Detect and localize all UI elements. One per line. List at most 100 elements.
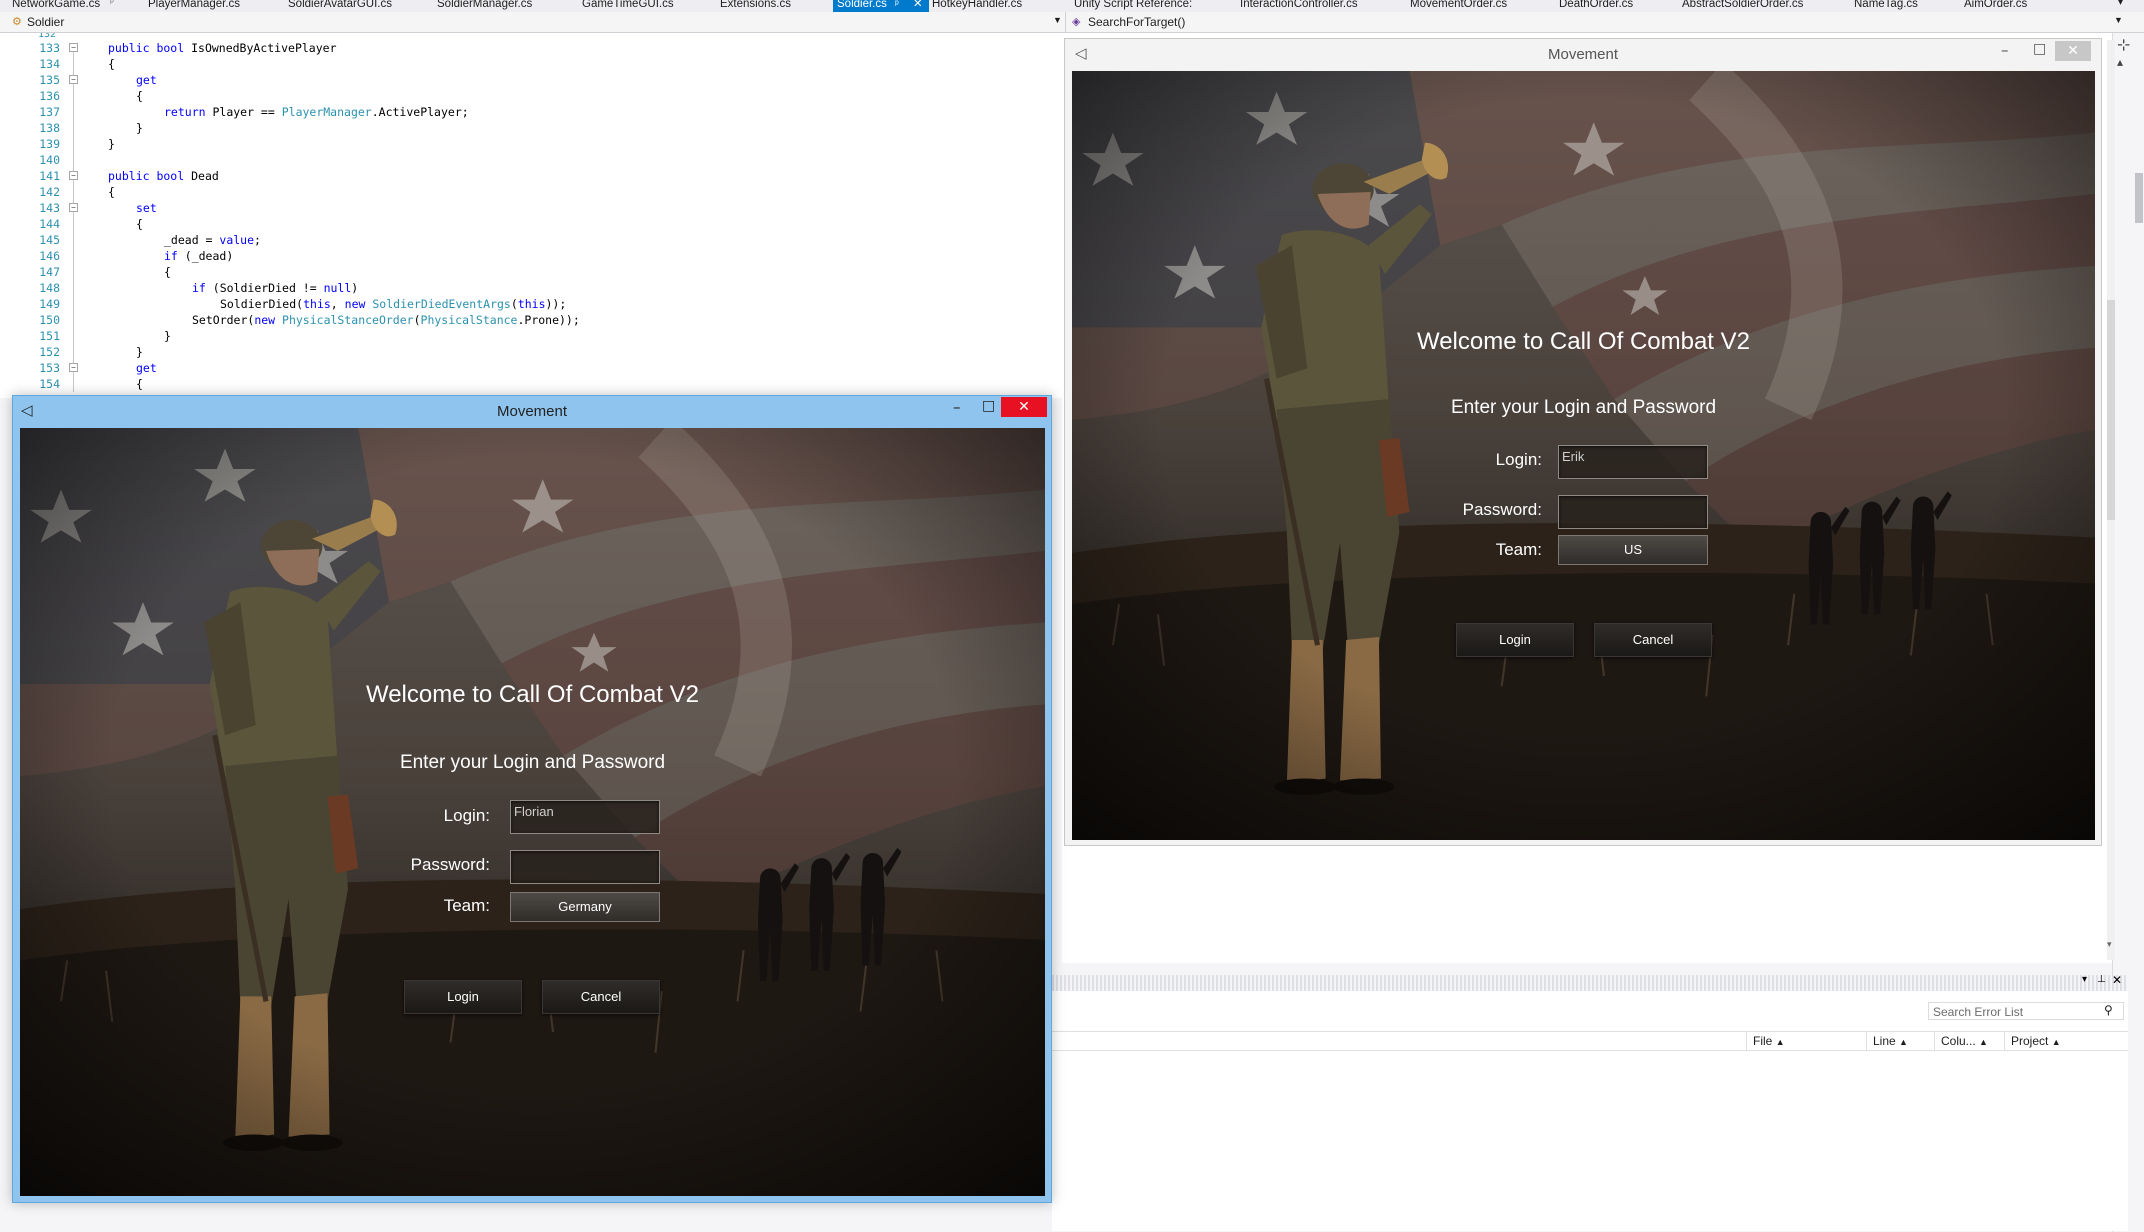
tab-networkgame[interactable]: NetworkGame.cs xyxy=(8,0,104,12)
type-dropdown-value: Soldier xyxy=(27,15,65,29)
close-button[interactable]: ✕ xyxy=(2055,41,2091,61)
code-line: 143− set xyxy=(39,201,157,215)
tab-soldieravatargui[interactable]: SoldierAvatarGUI.cs xyxy=(284,0,396,12)
code-line: 137 return Player == PlayerManager.Active… xyxy=(39,105,469,119)
window-title-bar[interactable]: ◁ Movement – □ ✕ xyxy=(13,396,1051,426)
pin-icon[interactable]: ⊥ xyxy=(2097,974,2106,985)
maximize-button[interactable]: □ xyxy=(982,398,995,414)
tab-unity-script-reference[interactable]: Unity Script Reference: xyxy=(1070,0,1196,12)
chevron-down-icon[interactable]: ▾ xyxy=(2082,974,2087,985)
scrollbar-thumb[interactable] xyxy=(2107,300,2115,520)
code-line: 135− get xyxy=(39,73,157,87)
column-header-project[interactable]: Project ▲ xyxy=(2004,1031,2128,1051)
tab-aimorder[interactable]: AimOrder.cs xyxy=(1960,0,2031,12)
maximize-button[interactable]: □ xyxy=(2033,41,2046,57)
close-icon[interactable]: ✕ xyxy=(913,0,923,12)
window-title-bar[interactable]: ◁ Movement – □ ✕ xyxy=(1065,39,2101,69)
welcome-heading: Welcome to Call Of Combat V2 xyxy=(365,681,699,708)
login-label: Login: xyxy=(443,806,490,825)
type-dropdown[interactable]: ⚙ Soldier ▼ xyxy=(0,12,1066,32)
login-input[interactable]: Florian xyxy=(510,800,660,834)
column-header-column[interactable]: Colu... ▲ xyxy=(1934,1031,2004,1051)
split-icon[interactable]: ⊹ xyxy=(2117,35,2130,54)
code-line: 138} xyxy=(39,121,143,135)
tab-gametimegui[interactable]: GameTimeGUI.cs xyxy=(578,0,678,12)
tab-soldier-label: Soldier.cs xyxy=(837,0,887,10)
code-line: 147{ xyxy=(39,265,171,279)
close-button[interactable]: ✕ xyxy=(1001,397,1047,417)
code-line: 141− public bool Dead xyxy=(39,169,219,183)
tab-abstractsoldierorder[interactable]: AbstractSoldierOrder.cs xyxy=(1678,0,1807,12)
code-editor[interactable]: 132 133− public bool IsOwnedByActivePlaye… xyxy=(0,33,1062,398)
chevron-down-icon: ▼ xyxy=(1053,15,1062,25)
login-button[interactable]: Login xyxy=(1456,623,1574,657)
login-screen: Welcome to Call Of Combat V2 Enter your … xyxy=(1072,71,2095,840)
tab-overflow-icon[interactable]: ▾ xyxy=(2118,0,2123,8)
tab-interactioncontroller[interactable]: InteractionController.cs xyxy=(1236,0,1362,12)
password-input[interactable] xyxy=(510,850,660,884)
login-input[interactable]: Erik xyxy=(1558,445,1708,479)
movement-window-right: ◁ Movement – □ ✕ Welcome to Call Of Comb… xyxy=(1064,38,2102,846)
chevron-down-icon[interactable]: ▾ xyxy=(2107,940,2112,950)
code-line: 144{ xyxy=(39,217,143,231)
scrollbar-thumb[interactable] xyxy=(2135,173,2143,223)
pin-icon[interactable]: ᵖ xyxy=(110,0,114,8)
code-line: 142{ xyxy=(39,185,115,199)
code-line: 136{ xyxy=(39,89,143,103)
password-label: Password: xyxy=(1462,500,1542,519)
collapse-icon[interactable]: − xyxy=(69,363,78,372)
team-select[interactable]: US xyxy=(1558,535,1708,565)
close-icon[interactable]: ✕ xyxy=(2112,973,2122,987)
code-line: 140 xyxy=(39,153,60,167)
code-line: 133− public bool IsOwnedByActivePlayer xyxy=(39,41,337,55)
member-dropdown[interactable]: ◈ SearchForTarget() ▼ xyxy=(1068,12,2124,32)
login-button[interactable]: Login xyxy=(404,980,522,1014)
login-subtitle: Enter your Login and Password xyxy=(1450,397,1717,418)
tab-extensions[interactable]: Extensions.cs xyxy=(716,0,795,12)
chevron-down-icon: ▼ xyxy=(2114,15,2123,25)
login-screen: Welcome to Call Of Combat V2 Enter your … xyxy=(20,428,1045,1196)
tab-deathorder[interactable]: DeathOrder.cs xyxy=(1555,0,1637,12)
code-line: 151} xyxy=(39,329,171,343)
line-number-partial: 132 xyxy=(38,33,57,40)
code-line: 139} xyxy=(39,137,115,151)
login-label: Login: xyxy=(1495,450,1542,469)
tab-playermanager[interactable]: PlayerManager.cs xyxy=(144,0,244,12)
collapse-icon[interactable]: − xyxy=(69,75,78,84)
column-header-file[interactable]: File ▲ xyxy=(1746,1031,1866,1051)
error-list-header: File ▲ Line ▲ Colu... ▲ Project ▲ xyxy=(1052,1031,2128,1051)
welcome-heading: Welcome to Call Of Combat V2 xyxy=(1416,328,1750,355)
window-title: Movement xyxy=(1547,46,1619,63)
collapse-icon[interactable]: − xyxy=(69,203,78,212)
code-line: 148 if (SoldierDied != null) xyxy=(39,281,359,295)
search-icon[interactable]: ⚲ xyxy=(2104,1003,2113,1017)
tab-movementorder[interactable]: MovementOrder.cs xyxy=(1406,0,1511,12)
minimize-button[interactable]: – xyxy=(2001,41,2009,59)
cancel-button[interactable]: Cancel xyxy=(1594,623,1712,657)
tab-soldier-active[interactable]: Soldier.cs ᵖ ✕ xyxy=(833,0,929,12)
password-label: Password: xyxy=(410,855,490,874)
team-select[interactable]: Germany xyxy=(510,892,660,922)
navigation-bar: ⚙ Soldier ▼ ◈ SearchForTarget() ▼ xyxy=(0,12,2144,33)
column-header-line[interactable]: Line ▲ xyxy=(1866,1031,1934,1051)
minimize-button[interactable]: – xyxy=(953,398,961,416)
team-label: Team: xyxy=(443,896,490,915)
tab-nametag[interactable]: NameTag.cs xyxy=(1850,0,1922,12)
collapse-icon[interactable]: − xyxy=(69,171,78,180)
class-icon: ⚙ xyxy=(12,16,22,28)
movement-window-left: ◁ Movement – □ ✕ Welcome to Call Of Comb… xyxy=(12,395,1052,1203)
tab-soldiermanager[interactable]: SoldierManager.cs xyxy=(433,0,536,12)
chevron-up-icon[interactable]: ▴ xyxy=(2117,55,2123,69)
code-line: 145 _dead = value; xyxy=(39,233,261,247)
password-input[interactable] xyxy=(1558,495,1708,529)
designer-vertical-scrollbar[interactable]: ▾ xyxy=(2107,40,2115,960)
collapse-icon[interactable]: − xyxy=(69,43,78,52)
code-line: 150 SetOrder(new PhysicalStanceOrder(Phys… xyxy=(39,313,580,327)
cancel-button[interactable]: Cancel xyxy=(542,980,660,1014)
error-list-search[interactable]: Search Error List ⚲ xyxy=(1928,1002,2124,1020)
tab-hotkeyhandler[interactable]: HotkeyHandler.cs xyxy=(928,0,1026,12)
pin-icon[interactable]: ᵖ xyxy=(895,0,899,12)
member-dropdown-value: SearchForTarget() xyxy=(1088,15,1186,29)
panel-title-bar[interactable]: ▾ ⊥ ✕ xyxy=(1052,973,2128,991)
team-label: Team: xyxy=(1495,540,1542,559)
